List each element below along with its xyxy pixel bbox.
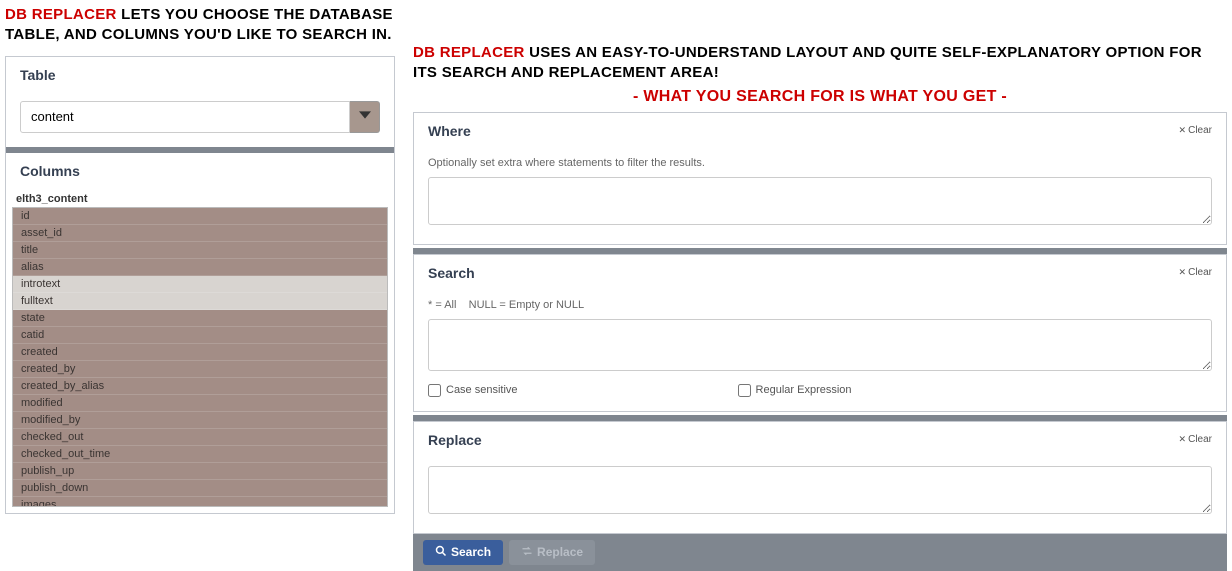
table-select-input[interactable] [20,101,350,133]
where-textarea[interactable] [428,177,1212,225]
chevron-down-icon [359,108,371,126]
column-option[interactable]: modified [13,395,387,412]
search-header: Search [428,265,475,281]
search-button-label: Search [451,545,491,559]
replace-clear-button[interactable]: Clear [1179,434,1212,445]
brand-right: DB Replacer [413,44,525,61]
column-option[interactable]: alias [13,259,387,276]
action-bar: Search Replace [413,534,1227,571]
replace-button-label: Replace [537,545,583,559]
table-select-toggle[interactable] [350,101,380,133]
column-option[interactable]: catid [13,327,387,344]
swap-icon [521,545,533,560]
search-panel: Search Clear * = All NULL = Empty or NUL… [413,254,1227,412]
column-option[interactable]: publish_down [13,480,387,497]
search-textarea[interactable] [428,319,1212,371]
regex-label: Regular Expression [756,384,852,396]
where-clear-button[interactable]: Clear [1179,125,1212,136]
column-option[interactable]: publish_up [13,463,387,480]
table-header: Table [6,57,394,93]
where-header: Where [428,123,471,139]
search-clear-button[interactable]: Clear [1179,267,1212,278]
column-option[interactable]: asset_id [13,225,387,242]
right-intro-rest: uses an easy-to-understand layout and qu… [413,44,1202,81]
column-option[interactable]: checked_out [13,429,387,446]
tagline: - What you search for is what you get - [413,88,1227,106]
column-option[interactable]: checked_out_time [13,446,387,463]
case-sensitive-label: Case sensitive [446,384,518,396]
columns-header: Columns [6,153,394,189]
where-hint: Optionally set extra where statements to… [428,157,1212,169]
table-columns-panel: Table Columns elth3_content idasset_idti… [5,56,395,514]
column-option[interactable]: title [13,242,387,259]
column-option[interactable]: fulltext [13,293,387,310]
columns-table-name: elth3_content [6,189,394,207]
search-button[interactable]: Search [423,540,503,565]
column-option[interactable]: images [13,497,387,507]
replace-header: Replace [428,432,482,448]
replace-button: Replace [509,540,595,565]
regex-checkbox[interactable] [738,384,751,397]
column-option[interactable]: created_by_alias [13,378,387,395]
case-sensitive-checkbox[interactable] [428,384,441,397]
left-intro-text: DB Replacer lets you choose the database… [5,5,395,46]
replace-textarea[interactable] [428,466,1212,514]
replace-panel: Replace Clear [413,421,1227,534]
columns-listbox[interactable]: idasset_idtitlealiasintrotextfulltextsta… [12,207,388,507]
where-panel: Where Clear Optionally set extra where s… [413,112,1227,245]
search-hint: * = All NULL = Empty or NULL [428,299,1212,311]
column-option[interactable]: state [13,310,387,327]
regex-checkbox-label[interactable]: Regular Expression [738,384,852,397]
brand-left: DB Replacer [5,6,117,23]
right-intro-text: DB Replacer uses an easy-to-understand l… [413,43,1227,84]
column-option[interactable]: introtext [13,276,387,293]
column-option[interactable]: created_by [13,361,387,378]
column-option[interactable]: created [13,344,387,361]
column-option[interactable]: modified_by [13,412,387,429]
search-icon [435,545,447,560]
case-sensitive-checkbox-label[interactable]: Case sensitive [428,384,518,397]
column-option[interactable]: id [13,208,387,225]
